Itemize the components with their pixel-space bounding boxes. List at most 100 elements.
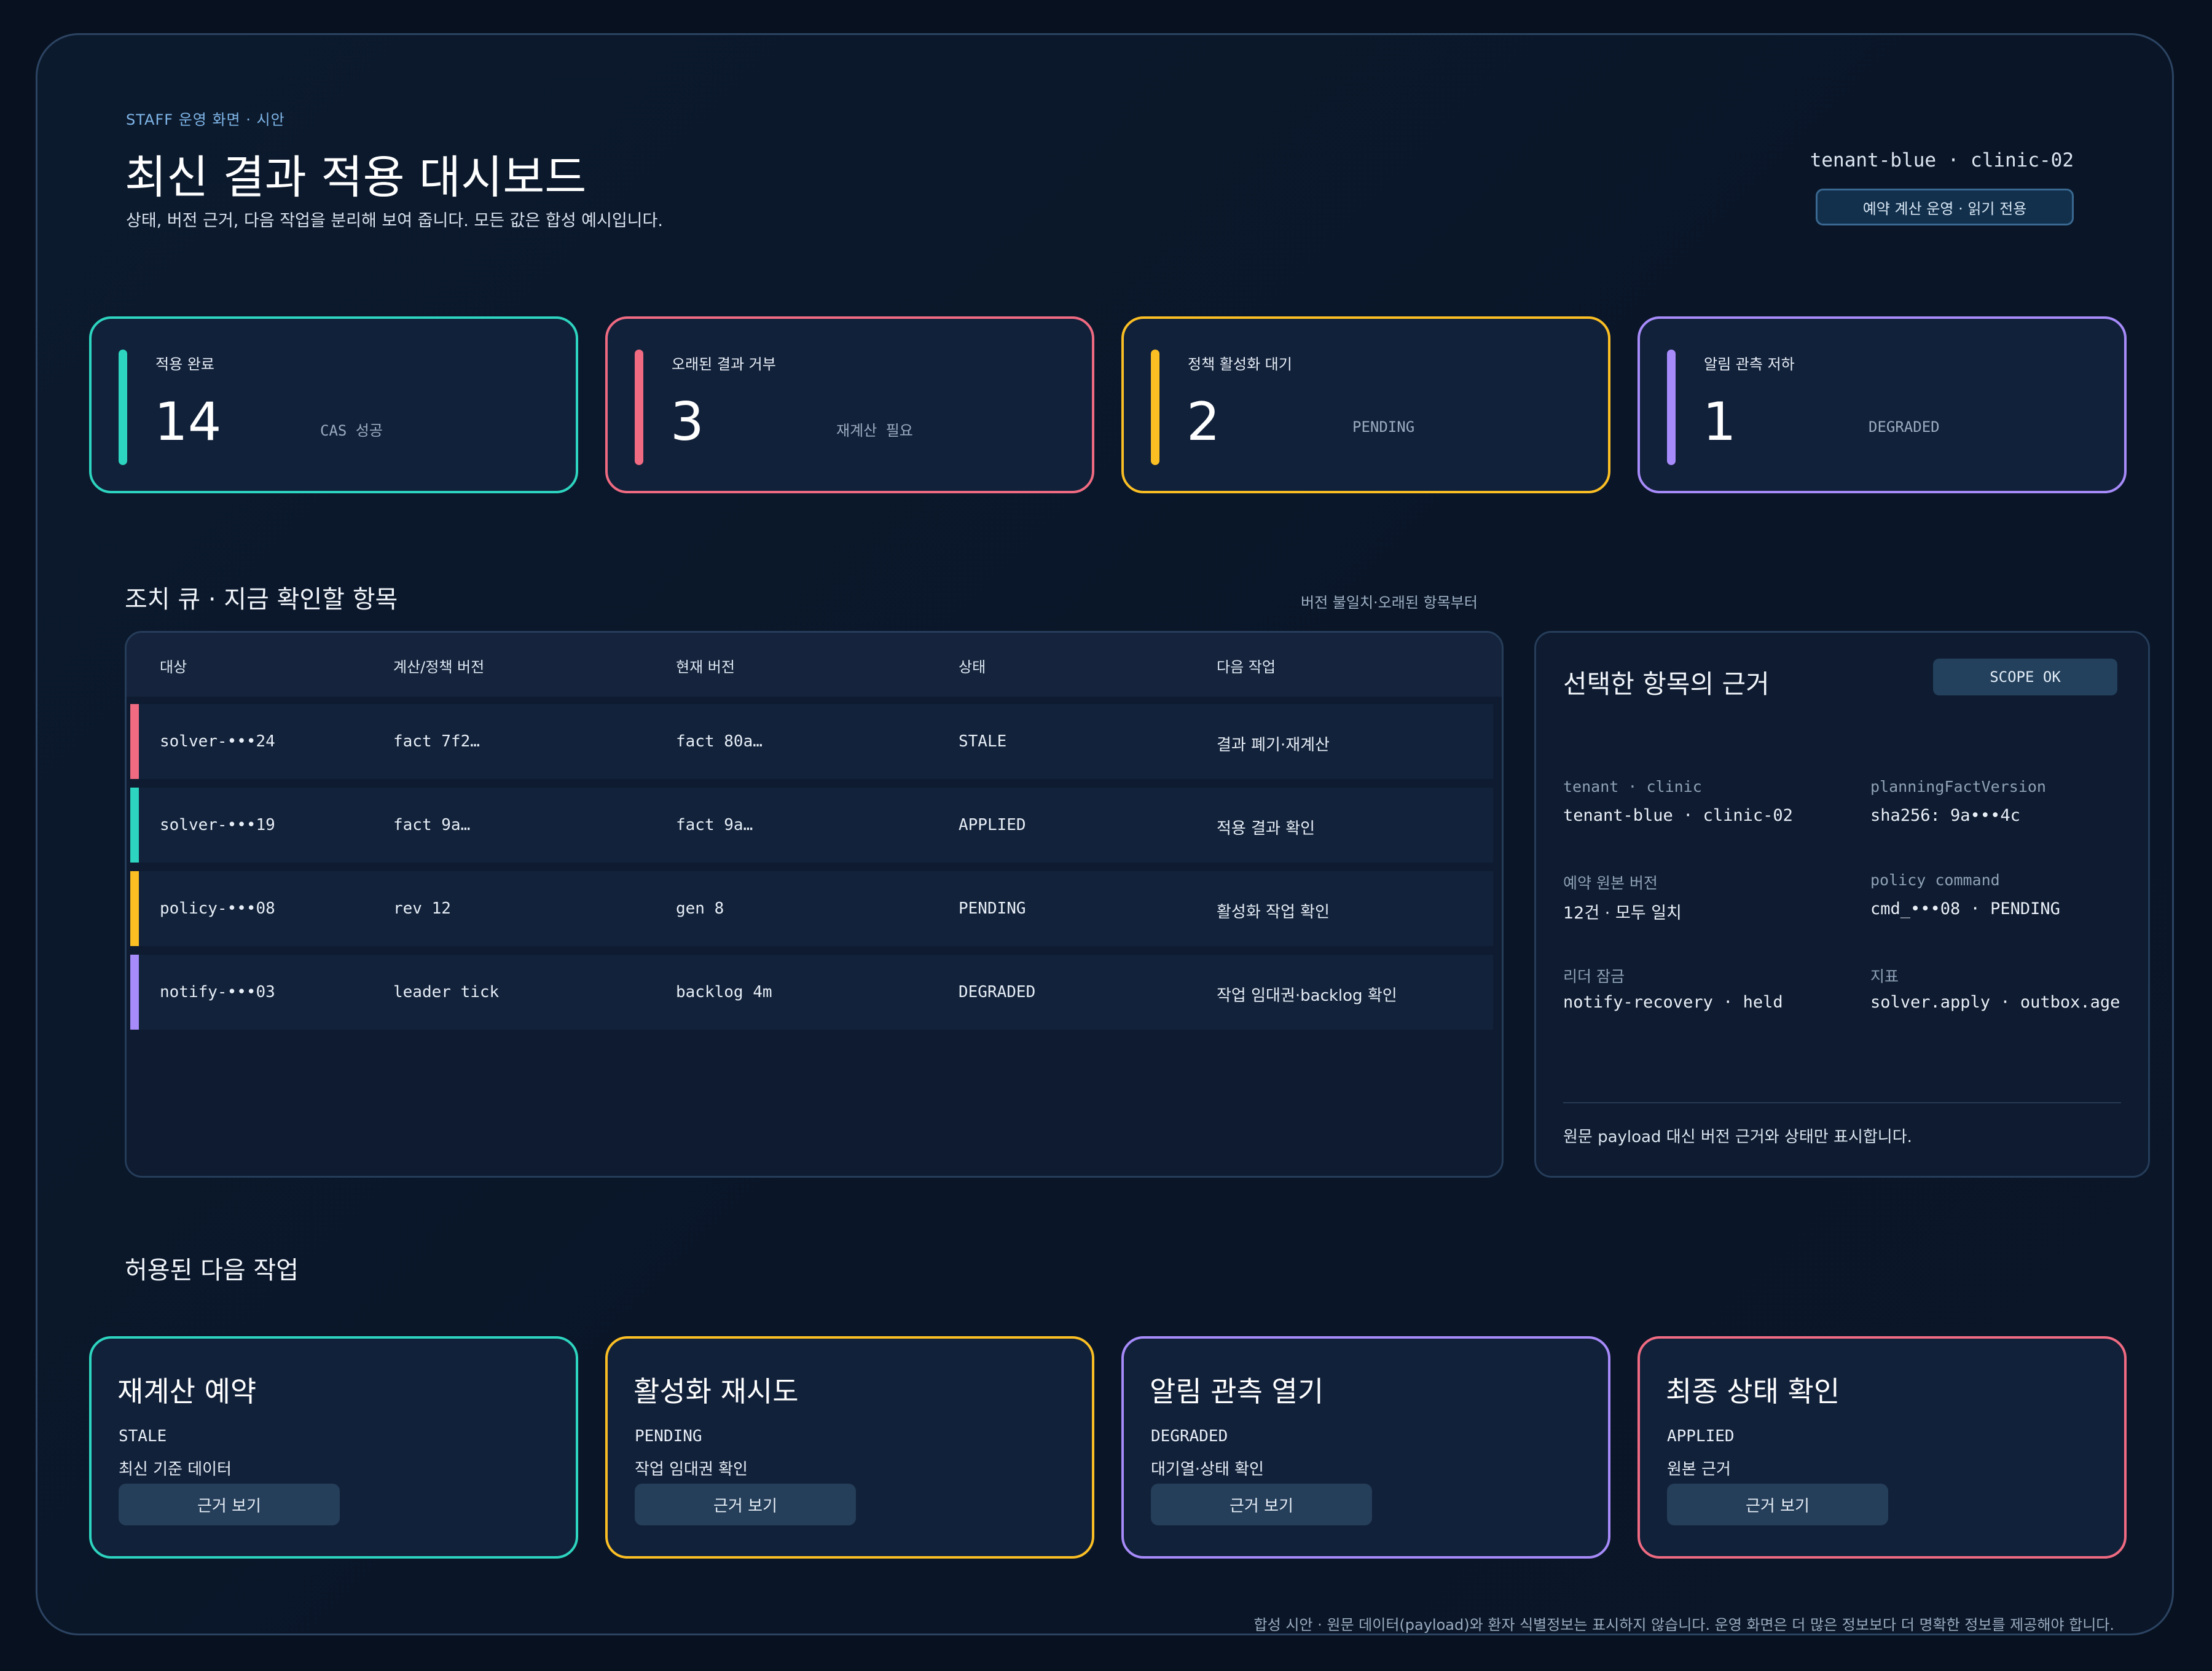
view-evidence-button[interactable]: 근거 보기	[1151, 1484, 1372, 1525]
action-title: 최종 상태 확인	[1666, 1375, 1840, 1408]
action-title: 재계산 예약	[117, 1375, 257, 1408]
action-title: 알림 관측 열기	[1150, 1375, 1324, 1408]
table-row[interactable]: solver-•••19 fact 9a… fact 9a… APPLIED 적…	[130, 788, 1493, 863]
scope-ok-button[interactable]: SCOPE OK	[1933, 659, 2117, 695]
status-stripe	[130, 704, 139, 779]
kpi-label: 알림 관측 저하	[1704, 356, 1795, 373]
kpi-value: 1	[1703, 391, 1736, 453]
view-evidence-button[interactable]: 근거 보기	[635, 1484, 856, 1525]
kpi-value: 2	[1186, 391, 1220, 453]
field-key-fact-version: planningFactVersion	[1870, 778, 2046, 796]
queue-hint: 버전 불일치·오래된 항목부터	[1301, 594, 1478, 611]
status-stripe	[130, 871, 139, 946]
field-value-leader-lock: notify-recovery · held	[1563, 993, 1783, 1012]
kpi-label: 오래된 결과 거부	[672, 356, 776, 373]
tenant-label: tenant-blue · clinic-02	[1810, 149, 2074, 171]
kpi-label: 정책 활성화 대기	[1188, 356, 1292, 373]
action-card-final-status: 최종 상태 확인 APPLIED 원본 근거 근거 보기	[1637, 1336, 2127, 1559]
kpi-value: 3	[670, 391, 704, 453]
table-row[interactable]: notify-•••03 leader tick backlog 4m DEGR…	[130, 955, 1493, 1030]
cell-calc-version: rev 12	[393, 899, 451, 918]
column-header-status: 상태	[959, 659, 986, 676]
cell-target: notify-•••03	[160, 983, 275, 1001]
action-description: 대기열·상태 확인	[1151, 1460, 1264, 1479]
action-description: 작업 임대권 확인	[635, 1460, 748, 1479]
action-description: 원본 근거	[1667, 1460, 1731, 1479]
cell-next-action: 결과 폐기·재계산	[1217, 736, 1330, 754]
kpi-accent-bar	[1667, 350, 1676, 465]
cell-current-version: fact 9a…	[676, 816, 753, 834]
status-stripe	[130, 955, 139, 1030]
field-value-fact-version: sha256: 9a•••4c	[1870, 806, 2020, 825]
field-value-policy-command: cmd_•••08 · PENDING	[1870, 899, 2060, 918]
dashboard-frame: STAFF 운영 화면 · 시안 최신 결과 적용 대시보드 상태, 버전 근거…	[36, 33, 2174, 1635]
table-header: 대상 계산/정책 버전 현재 버전 상태 다음 작업	[127, 633, 1502, 697]
field-key-source-version: 예약 원본 버전	[1563, 874, 1658, 892]
field-key-metrics: 지표	[1870, 968, 1899, 985]
field-key-tenant: tenant · clinic	[1563, 778, 1702, 796]
cell-target: policy-•••08	[160, 899, 275, 918]
cell-status: STALE	[959, 732, 1007, 751]
cell-current-version: gen 8	[676, 899, 724, 918]
eyebrow-label: STAFF 운영 화면 · 시안	[126, 111, 285, 128]
column-header-next: 다음 작업	[1217, 659, 1276, 676]
cell-target: solver-•••24	[160, 732, 275, 751]
evidence-panel: 선택한 항목의 근거 SCOPE OK tenant · clinic tena…	[1534, 631, 2150, 1178]
kpi-accent-bar	[1151, 350, 1159, 465]
action-card-recalculate: 재계산 예약 STALE 최신 기준 데이터 근거 보기	[89, 1336, 578, 1559]
page-title: 최신 결과 적용 대시보드	[125, 151, 587, 204]
column-header-current-version: 현재 버전	[676, 659, 735, 676]
field-value-source-version: 12건 · 모두 일치	[1563, 904, 1682, 923]
action-description: 최신 기준 데이터	[119, 1460, 232, 1479]
kpi-note: DEGRADED	[1869, 418, 1940, 436]
cell-target: solver-•••19	[160, 816, 275, 834]
column-header-calc-version: 계산/정책 버전	[393, 659, 485, 676]
field-key-policy-command: policy command	[1870, 871, 2000, 889]
cell-current-version: fact 80a…	[676, 732, 763, 751]
page-subtitle: 상태, 버전 근거, 다음 작업을 분리해 보여 줍니다. 모든 값은 합성 예…	[126, 211, 663, 230]
cell-status: APPLIED	[959, 816, 1026, 834]
divider	[1563, 1102, 2121, 1103]
column-header-target: 대상	[160, 659, 187, 676]
kpi-card-stale: 오래된 결과 거부 3 재계산 필요	[605, 316, 1094, 493]
cell-next-action: 활성화 작업 확인	[1217, 903, 1330, 922]
action-title: 활성화 재시도	[633, 1375, 799, 1408]
mode-pill[interactable]: 예약 계산 운영 · 읽기 전용	[1816, 189, 2074, 225]
kpi-note: 재계산 필요	[836, 422, 913, 439]
queue-title: 조치 큐 · 지금 확인할 항목	[125, 585, 398, 614]
cell-calc-version: fact 7f2…	[393, 732, 480, 751]
cell-next-action: 적용 결과 확인	[1217, 820, 1316, 838]
view-evidence-button[interactable]: 근거 보기	[119, 1484, 340, 1525]
table-row[interactable]: policy-•••08 rev 12 gen 8 PENDING 활성화 작업…	[130, 871, 1493, 946]
cell-status: DEGRADED	[959, 983, 1036, 1001]
cell-current-version: backlog 4m	[676, 983, 772, 1001]
kpi-accent-bar	[119, 350, 127, 465]
footnote: 합성 시안 · 원문 데이터(payload)와 환자 식별정보는 표시하지 않…	[1253, 1616, 2114, 1634]
table-row[interactable]: solver-•••24 fact 7f2… fact 80a… STALE 결…	[130, 704, 1493, 779]
action-status: PENDING	[635, 1427, 702, 1446]
action-card-open-notify: 알림 관측 열기 DEGRADED 대기열·상태 확인 근거 보기	[1121, 1336, 1610, 1559]
action-queue-table: 대상 계산/정책 버전 현재 버전 상태 다음 작업 solver-•••24 …	[125, 631, 1504, 1178]
action-status: APPLIED	[1667, 1427, 1735, 1446]
field-key-leader-lock: 리더 잠금	[1563, 968, 1625, 985]
cell-calc-version: leader tick	[393, 983, 500, 1001]
cell-next-action: 작업 임대권·backlog 확인	[1217, 987, 1397, 1005]
field-value-metrics: solver.apply · outbox.age	[1870, 993, 2120, 1012]
cell-status: PENDING	[959, 899, 1026, 918]
actions-title: 허용된 다음 작업	[125, 1256, 299, 1285]
action-card-retry-activation: 활성화 재시도 PENDING 작업 임대권 확인 근거 보기	[605, 1336, 1094, 1559]
cell-calc-version: fact 9a…	[393, 816, 471, 834]
field-value-tenant: tenant-blue · clinic-02	[1563, 806, 1793, 825]
kpi-card-pending: 정책 활성화 대기 2 PENDING	[1121, 316, 1610, 493]
view-evidence-button[interactable]: 근거 보기	[1667, 1484, 1888, 1525]
evidence-title: 선택한 항목의 근거	[1563, 669, 1770, 699]
kpi-card-degraded: 알림 관측 저하 1 DEGRADED	[1637, 316, 2127, 493]
kpi-note: PENDING	[1352, 418, 1415, 436]
action-status: DEGRADED	[1151, 1427, 1228, 1446]
kpi-value: 14	[154, 391, 222, 453]
kpi-accent-bar	[635, 350, 643, 465]
status-stripe	[130, 788, 139, 863]
kpi-card-applied: 적용 완료 14 CAS 성공	[89, 316, 578, 493]
action-status: STALE	[119, 1427, 167, 1446]
evidence-footer: 원문 payload 대신 버전 근거와 상태만 표시합니다.	[1563, 1128, 1912, 1146]
